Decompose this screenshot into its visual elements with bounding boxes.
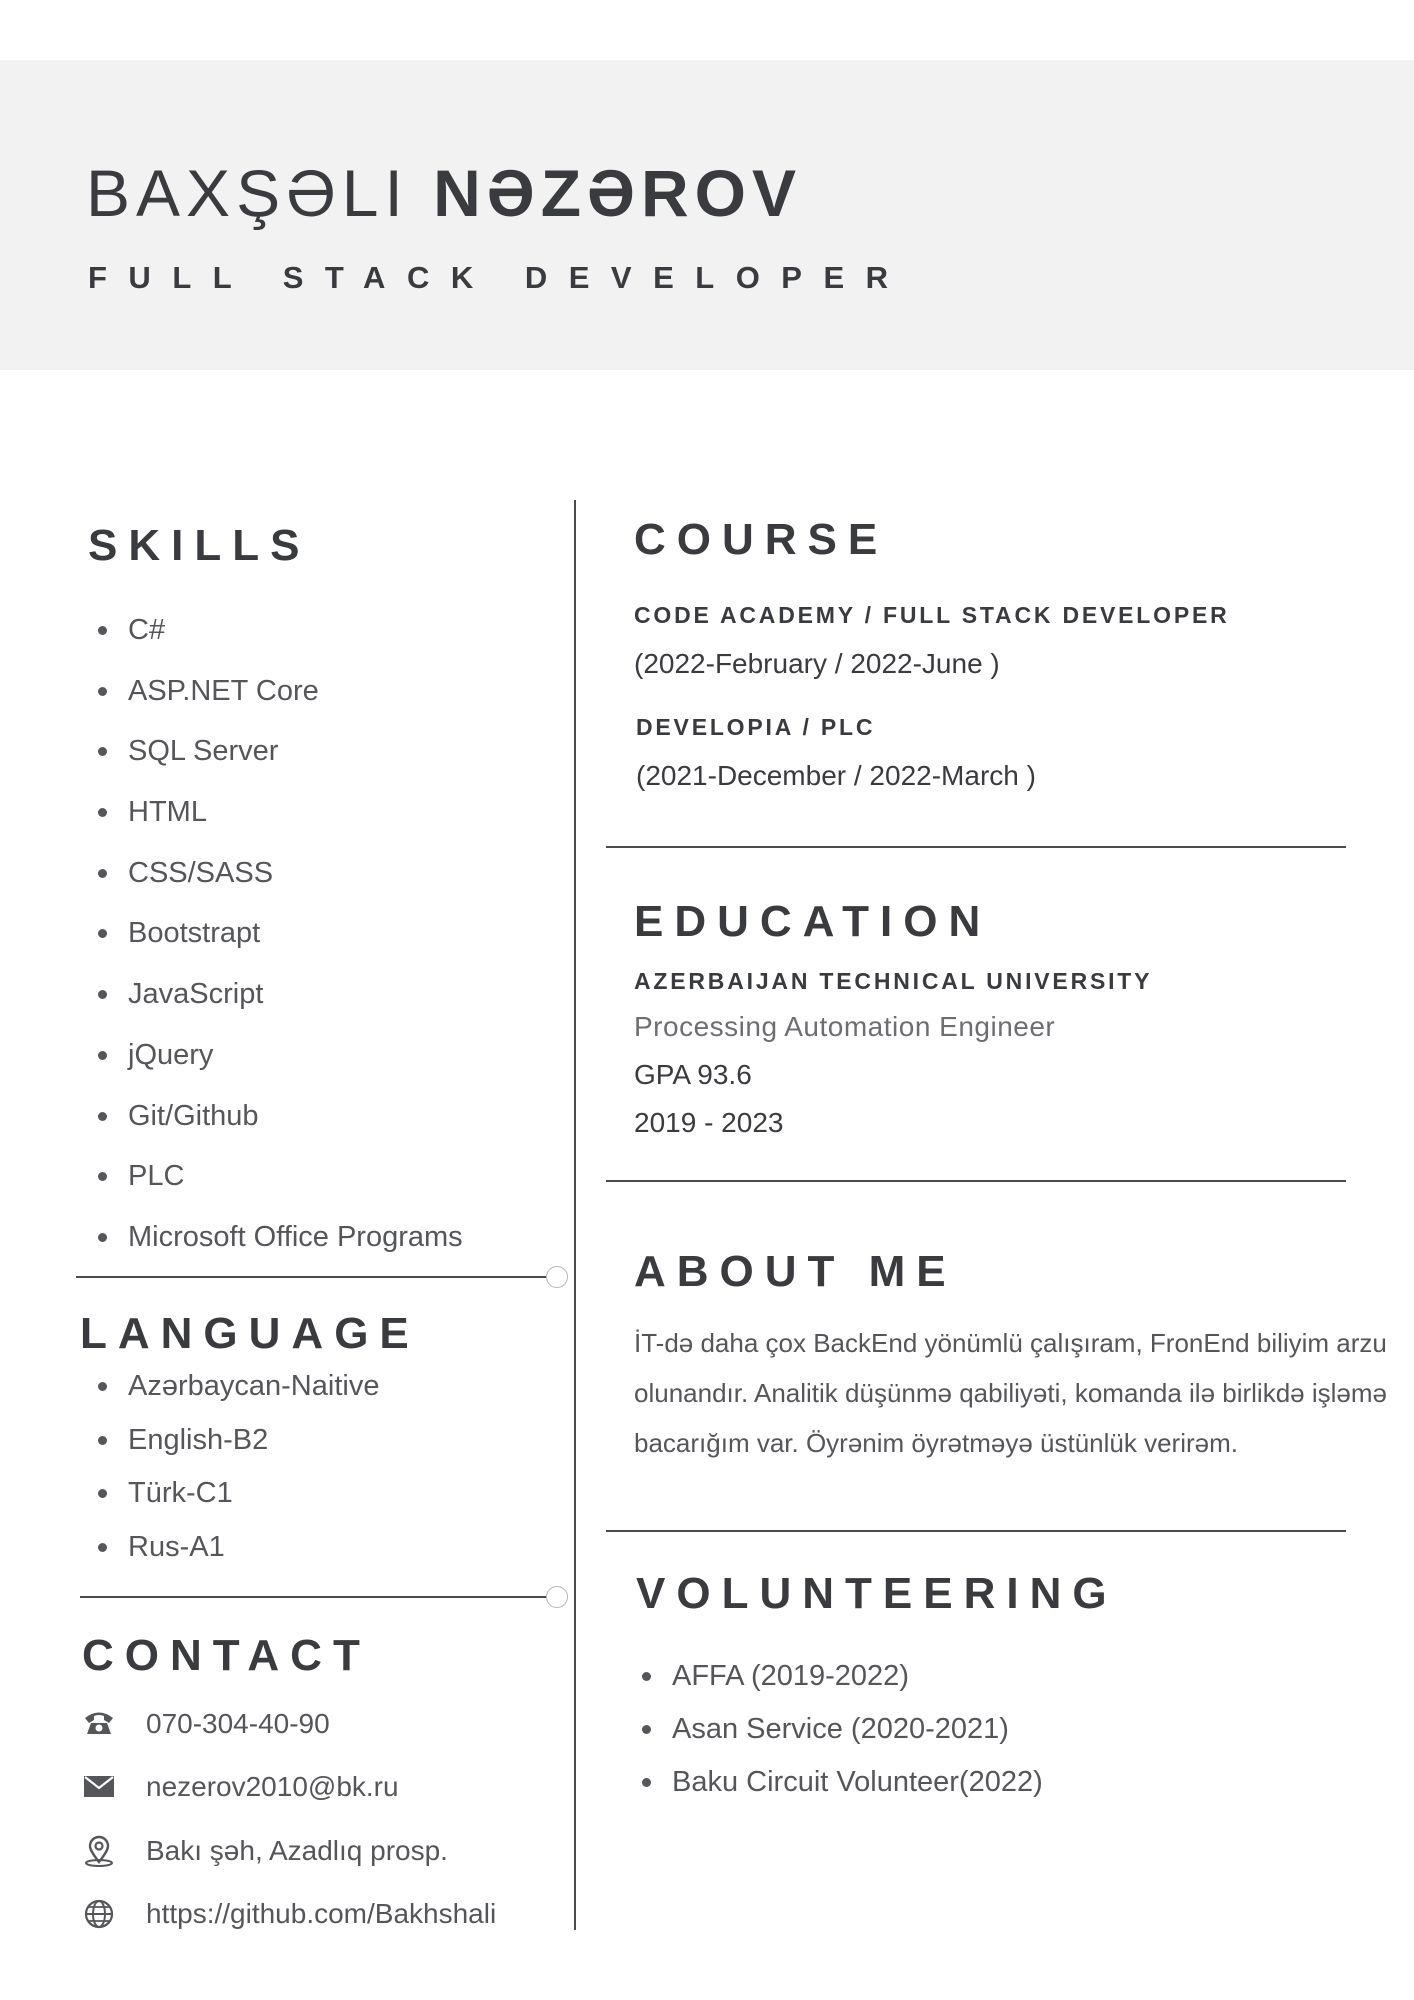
last-name: NƏZƏROV [433,156,802,230]
about-paragraph: İT-də daha çox BackEnd yönümlü çalışıram… [634,1328,1387,1458]
skills-heading: SKILLS [88,521,311,570]
course-heading: COURSE [634,515,889,564]
phone-icon [82,1708,116,1740]
skill-item: jQuery [86,1037,463,1098]
skill-item: Bootstrapt [86,915,463,976]
education-divider [606,1180,1346,1182]
course-dates: (2021-December / 2022-March ) [636,760,1036,791]
divider-knob [546,1586,568,1608]
first-name: BAXŞƏLI [86,156,409,230]
divider-knob [546,1266,568,1288]
full-name: BAXŞƏLI NƏZƏROV [86,160,802,226]
skill-item: Microsoft Office Programs [86,1219,463,1280]
volunteering-heading: VOLUNTEERING [636,1569,1118,1618]
address-text: Bakı şəh, Azadlıq prosp. [146,1835,448,1866]
language-list: Azərbaycan-Naitive English-B2 Türk-C1 Ru… [86,1368,379,1582]
skill-item: SQL Server [86,733,463,794]
volunteering-item: Baku Circuit Volunteer(2022) [630,1764,1043,1817]
language-item: Rus-A1 [86,1529,379,1583]
school-name: AZERBAIJAN TECHNICAL UNIVERSITY [634,968,1153,994]
volunteering-list: AFFA (2019-2022) Asan Service (2020-2021… [630,1658,1043,1817]
language-heading: LANGUAGE [80,1309,420,1358]
location-pin-icon [82,1835,116,1867]
education-years: 2019 - 2023 [634,1107,784,1138]
skills-list: C# ASP.NET Core SQL Server HTML CSS/SASS… [86,612,463,1280]
skill-item: PLC [86,1158,463,1219]
volunteering-item: Asan Service (2020-2021) [630,1711,1043,1764]
volunteering-item: AFFA (2019-2022) [630,1658,1043,1711]
website-link[interactable]: https://github.com/Bakhshali [146,1894,496,1934]
phone-number: 070-304-40-90 [146,1708,330,1739]
language-divider [80,1586,568,1608]
skill-item: ASP.NET Core [86,673,463,734]
skill-item: CSS/SASS [86,855,463,916]
job-title: FULL STACK DEVELOPER [88,260,910,295]
globe-icon [82,1898,116,1930]
about-heading: ABOUT ME [634,1247,957,1296]
contact-heading: CONTACT [82,1631,371,1680]
course-org: CODE ACADEMY / FULL STACK DEVELOPER [634,602,1230,628]
language-item: Azərbaycan-Naitive [86,1368,379,1422]
skill-item: Git/Github [86,1098,463,1159]
skill-item: JavaScript [86,976,463,1037]
course-org: DEVELOPIA / PLC [636,714,876,740]
skill-item: C# [86,612,463,673]
language-item: Türk-C1 [86,1475,379,1529]
degree-text: Processing Automation Engineer [634,1011,1056,1042]
email-link[interactable]: nezerov2010@bk.ru [146,1767,399,1807]
education-heading: EDUCATION [634,897,992,946]
column-divider [574,500,576,1930]
course-dates: (2022-February / 2022-June ) [634,648,1000,679]
about-divider [606,1530,1346,1532]
course-divider [606,846,1346,848]
gpa-text: GPA 93.6 [634,1059,752,1090]
mail-icon [82,1771,116,1803]
skill-item: HTML [86,794,463,855]
language-item: English-B2 [86,1422,379,1476]
skills-divider [76,1266,568,1288]
